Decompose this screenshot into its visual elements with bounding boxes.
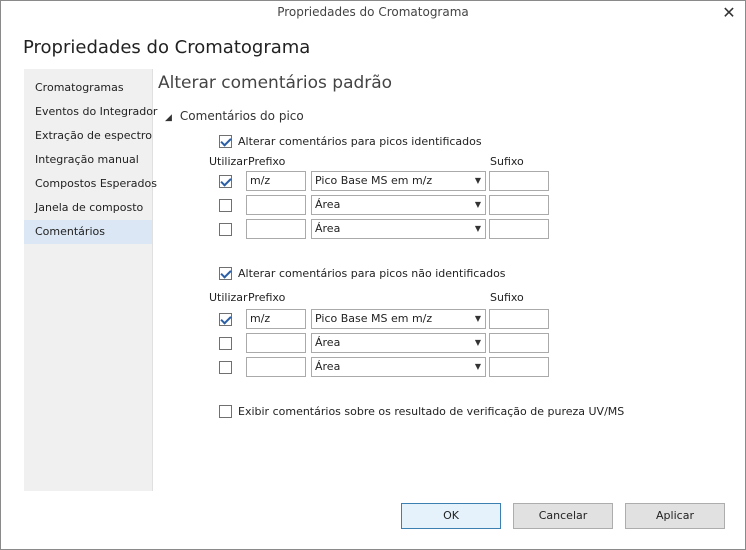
identified-label: Alterar comentários para picos identific… — [238, 135, 482, 148]
identified-row1-prefix-input[interactable]: m/z — [246, 171, 306, 191]
section-title: Alterar comentários padrão — [158, 73, 393, 93]
suffix-column-header: Sufixo — [490, 155, 524, 168]
group-title-label: Comentários do pico — [179, 109, 304, 123]
select-value: Área — [315, 336, 341, 349]
identified-row1-use-checkbox[interactable] — [219, 175, 232, 188]
identified-row2-suffix-input[interactable] — [489, 195, 549, 215]
sidebar-item-integracao-manual[interactable]: Integração manual — [24, 148, 152, 172]
sidebar-item-compostos-esperados[interactable]: Compostos Esperados — [24, 172, 157, 196]
identified-row3-suffix-input[interactable] — [489, 219, 549, 239]
unidentified-row1-prefix-input[interactable]: m/z — [246, 309, 306, 329]
unidentified-row2-suffix-input[interactable] — [489, 333, 549, 353]
purity-checkbox[interactable] — [219, 405, 232, 418]
identified-row2-use-checkbox[interactable] — [219, 199, 232, 212]
identified-row3-use-checkbox[interactable] — [219, 223, 232, 236]
sidebar-item-janela-composto[interactable]: Janela de composto — [24, 196, 152, 220]
sidebar-item-extracao-espectro[interactable]: Extração de espectro — [24, 124, 152, 148]
dropdown-arrow-icon: ▼ — [474, 176, 481, 185]
select-value: Pico Base MS em m/z — [315, 174, 433, 187]
select-value: Área — [315, 360, 341, 373]
select-value: Área — [315, 198, 341, 211]
dropdown-arrow-icon: ▼ — [474, 338, 481, 347]
unidentified-row2-field-select[interactable]: Área ▼ — [311, 333, 486, 353]
sidebar-item-cromatogramas[interactable]: Cromatogramas — [24, 76, 152, 100]
unidentified-row1-field-select[interactable]: Pico Base MS em m/z ▼ — [311, 309, 486, 329]
sidebar: Cromatogramas Eventos do Integrador Extr… — [24, 69, 157, 491]
dropdown-arrow-icon: ▼ — [474, 200, 481, 209]
unidentified-row3-field-select[interactable]: Área ▼ — [311, 357, 486, 377]
unidentified-label: Alterar comentários para picos não ident… — [238, 267, 506, 280]
prefix-column-header: Prefixo — [248, 155, 286, 168]
unidentified-row2-prefix-input[interactable] — [246, 333, 306, 353]
select-value: Pico Base MS em m/z — [315, 312, 433, 325]
unidentified-row1-suffix-input[interactable] — [489, 309, 549, 329]
dialog-window: Propriedades do Cromatograma ✕ Proprieda… — [0, 0, 746, 550]
purity-label: Exibir comentários sobre os resultado de… — [238, 405, 625, 418]
unidentified-row2-use-checkbox[interactable] — [219, 337, 232, 350]
dropdown-arrow-icon: ▼ — [474, 314, 481, 323]
apply-button[interactable]: Aplicar — [625, 503, 725, 529]
identified-row3-field-select[interactable]: Área ▼ — [311, 219, 486, 239]
suffix-column-header: Sufixo — [490, 291, 524, 304]
unidentified-row3-prefix-input[interactable] — [246, 357, 306, 377]
identified-row3-prefix-input[interactable] — [246, 219, 306, 239]
prefix-column-header: Prefixo — [248, 291, 286, 304]
dropdown-arrow-icon: ▼ — [474, 362, 481, 371]
sidebar-item-eventos-integrador[interactable]: Eventos do Integrador — [24, 100, 157, 124]
dropdown-arrow-icon: ▼ — [474, 224, 481, 233]
unidentified-checkbox[interactable] — [219, 267, 232, 280]
unidentified-row3-suffix-input[interactable] — [489, 357, 549, 377]
close-icon[interactable]: ✕ — [721, 3, 737, 23]
dialog-heading: Propriedades do Cromatograma — [23, 37, 311, 58]
collapse-triangle-icon[interactable]: ◢ — [165, 113, 172, 123]
identified-row2-field-select[interactable]: Área ▼ — [311, 195, 486, 215]
title-bar: Propriedades do Cromatograma ✕ — [1, 1, 745, 25]
identified-checkbox[interactable] — [219, 135, 232, 148]
cancel-button[interactable]: Cancelar — [513, 503, 613, 529]
identified-row1-suffix-input[interactable] — [489, 171, 549, 191]
use-column-header: Utilizar — [209, 155, 248, 168]
window-title: Propriedades do Cromatograma — [277, 5, 469, 19]
select-value: Área — [315, 222, 341, 235]
identified-row2-prefix-input[interactable] — [246, 195, 306, 215]
unidentified-row3-use-checkbox[interactable] — [219, 361, 232, 374]
group-header[interactable]: ◢ Comentários do pico — [165, 109, 304, 123]
sidebar-item-comentarios[interactable]: Comentários — [24, 220, 152, 244]
identified-row1-field-select[interactable]: Pico Base MS em m/z ▼ — [311, 171, 486, 191]
unidentified-row1-use-checkbox[interactable] — [219, 313, 232, 326]
use-column-header: Utilizar — [209, 291, 248, 304]
ok-button[interactable]: OK — [401, 503, 501, 529]
